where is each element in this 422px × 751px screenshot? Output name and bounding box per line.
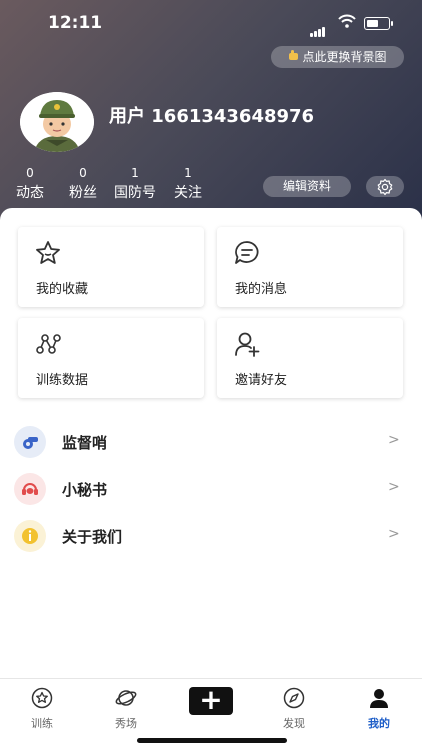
card-label: 邀请好友 <box>235 373 288 388</box>
message-icon <box>235 241 259 264</box>
settings-button[interactable] <box>366 176 404 197</box>
change-background-button[interactable]: 点此更换背景图 <box>271 46 404 68</box>
tab-discover[interactable]: 发现 <box>264 687 324 731</box>
list-item-label: 关于我们 <box>62 528 123 546</box>
chevron-right-icon: > <box>388 432 400 448</box>
tab-label: 我的 <box>368 717 390 730</box>
card-label: 我的消息 <box>235 282 288 297</box>
add-user-icon <box>235 332 260 357</box>
edit-profile-button[interactable]: 编辑资料 <box>263 176 351 197</box>
messages-card[interactable]: 我的消息 <box>217 227 403 307</box>
stat-label: 动态 <box>16 185 44 201</box>
stat-value: 1 <box>131 166 139 180</box>
home-indicator <box>137 738 287 743</box>
avatar[interactable] <box>20 92 94 152</box>
content-panel: 我的收藏 我的消息 训练数据 邀请好友 监督哨 > 小秘书 > 关于我们 > <box>0 208 422 678</box>
stat-value: 1 <box>184 166 192 180</box>
list-item-assistant[interactable]: 小秘书 > <box>0 467 422 513</box>
stat-label: 关注 <box>174 185 202 201</box>
list-item-label: 监督哨 <box>62 434 108 452</box>
battery-icon <box>364 17 390 30</box>
stat-following[interactable]: 1 关注 <box>163 166 213 202</box>
username: 用户 1661343648976 <box>109 106 315 127</box>
gear-icon <box>377 178 393 195</box>
invite-friends-card[interactable]: 邀请好友 <box>217 318 403 398</box>
tab-label: 秀场 <box>115 717 137 730</box>
compass-icon <box>283 687 305 709</box>
chevron-right-icon: > <box>388 479 400 495</box>
stat-fans[interactable]: 0 粉丝 <box>58 166 108 202</box>
status-bar: 12:11 <box>0 12 422 37</box>
card-label: 我的收藏 <box>36 282 89 297</box>
signal-icon <box>310 18 326 37</box>
list-item-supervision[interactable]: 监督哨 > <box>0 420 422 466</box>
info-icon <box>14 520 46 552</box>
wifi-icon <box>338 14 356 28</box>
stat-defense-account[interactable]: 1 国防号 <box>110 166 160 202</box>
favorites-card[interactable]: 我的收藏 <box>18 227 204 307</box>
list-item-about[interactable]: 关于我们 > <box>0 514 422 560</box>
stat-posts[interactable]: 0 动态 <box>5 166 55 202</box>
hand-icon <box>288 46 300 68</box>
star-circle-icon <box>31 687 53 709</box>
stat-value: 0 <box>26 166 34 180</box>
profile-header: 12:11 点此更换背景图 用户 1661343648976 0 动态 0 粉丝… <box>0 0 422 230</box>
planet-icon <box>115 690 137 706</box>
graph-icon <box>36 334 61 354</box>
headset-icon <box>14 473 46 505</box>
stat-value: 0 <box>79 166 87 180</box>
status-time: 12:11 <box>48 13 103 33</box>
tab-training[interactable]: 训练 <box>12 687 72 731</box>
tab-label: 训练 <box>31 717 53 730</box>
change-background-label: 点此更换背景图 <box>302 50 387 64</box>
add-post-button[interactable]: + <box>189 686 233 715</box>
whistle-icon <box>14 426 46 458</box>
training-data-card[interactable]: 训练数据 <box>18 318 204 398</box>
tab-showcase[interactable]: 秀场 <box>96 687 156 731</box>
stat-label: 粉丝 <box>69 185 97 201</box>
list-item-label: 小秘书 <box>62 481 108 499</box>
tab-label: 发现 <box>283 717 305 730</box>
star-icon <box>36 241 60 264</box>
person-icon <box>370 689 388 708</box>
tab-mine[interactable]: 我的 <box>349 687 409 731</box>
stat-label: 国防号 <box>114 185 156 201</box>
card-label: 训练数据 <box>36 373 89 388</box>
chevron-right-icon: > <box>388 526 400 542</box>
